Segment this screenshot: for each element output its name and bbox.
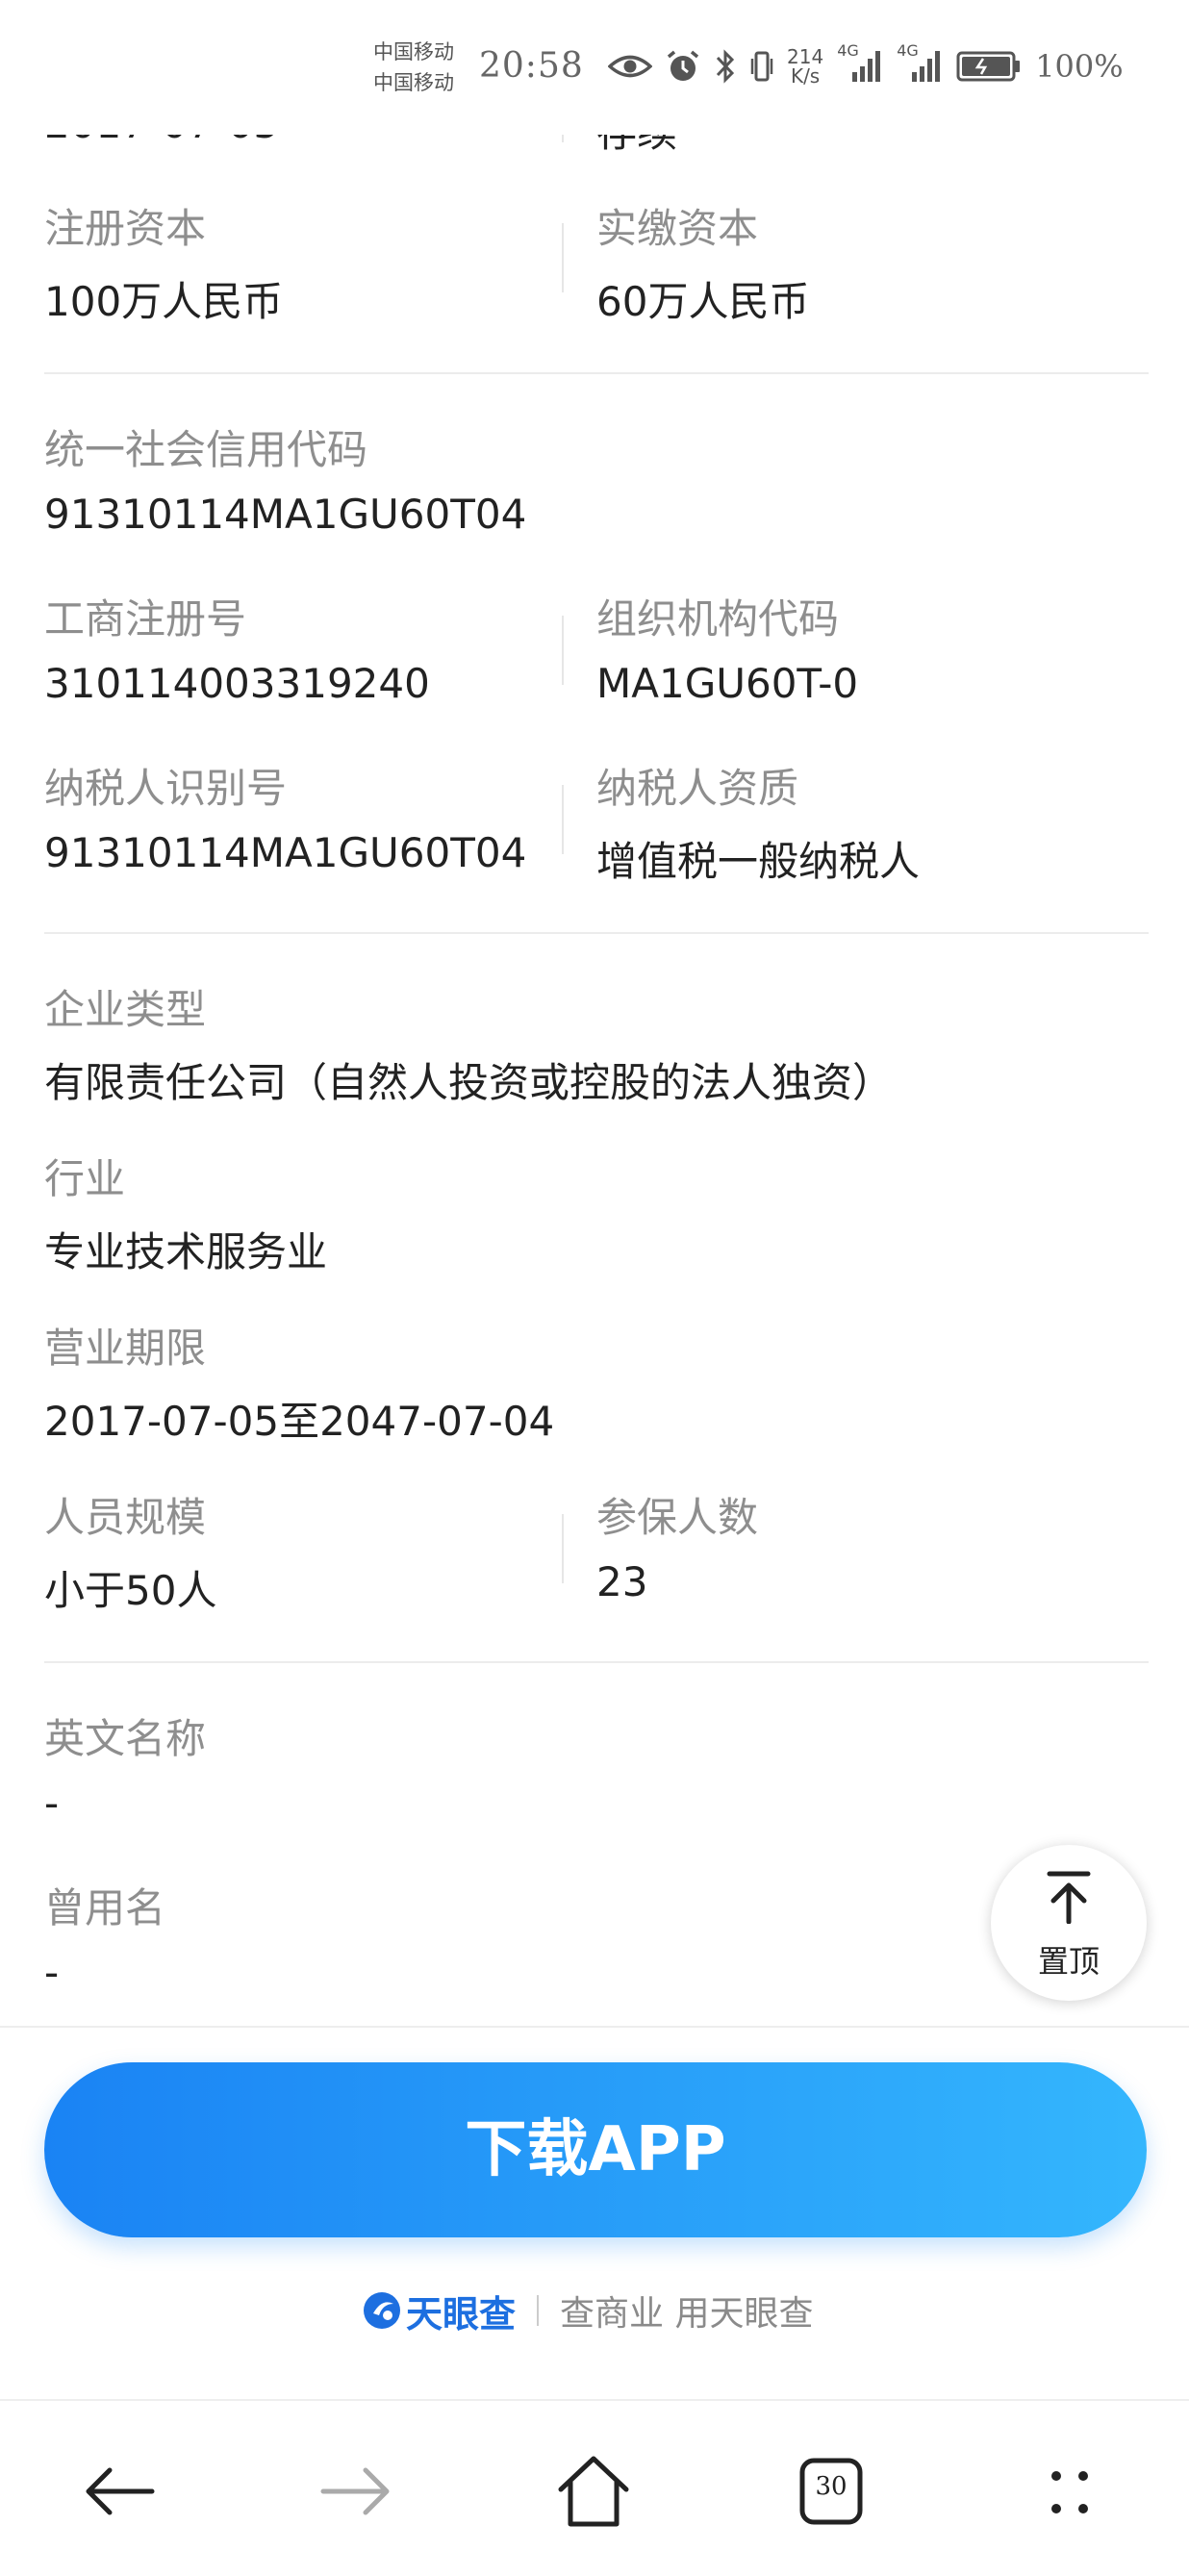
english-name-label: 英文名称 [44, 1715, 207, 1762]
english-name-value: - [44, 1780, 60, 1827]
credit-code-label: 统一社会信用代码 [44, 426, 368, 473]
biz-reg-no-label: 工商注册号 [44, 595, 247, 643]
term-value: 2017-07-05至2047-07-04 [44, 1398, 555, 1445]
net-speed-value: 214 [787, 45, 824, 68]
former-name-label: 曾用名 [44, 1884, 166, 1932]
menu-button[interactable] [1022, 2443, 1118, 2539]
tianyancha-logo-icon [364, 2292, 400, 2329]
status-bar: 中国移动 中国移动 20:58 214 K/s 4G 4G 100% [0, 0, 1189, 135]
industry-value: 专业技术服务业 [44, 1228, 328, 1275]
home-icon [558, 2456, 629, 2527]
status-icons: 214 K/s 4G 4G 100% [608, 41, 1124, 90]
reg-capital-value: 100万人民币 [44, 278, 284, 325]
net-type-1: 4G [837, 41, 859, 60]
insured-label: 参保人数 [596, 1494, 759, 1541]
more-dots-icon [1051, 2471, 1088, 2513]
section-divider [44, 372, 1149, 374]
back-to-top-label: 置顶 [1037, 1943, 1100, 1980]
reg-capital-label: 注册资本 [44, 205, 207, 252]
net-speed: 214 K/s [787, 47, 823, 86]
former-name-value: - [44, 1949, 60, 1996]
tab-count: 30 [815, 2472, 847, 2501]
tabs-button[interactable]: 30 [783, 2443, 879, 2539]
paid-capital-value: 60万人民币 [596, 278, 810, 325]
taxpayer-qual-value: 增值税一般纳税人 [596, 838, 921, 885]
footer-divider [0, 2026, 1189, 2028]
org-code-value: MA1GU60T-0 [596, 660, 859, 707]
vibrate-icon [750, 51, 773, 82]
staff-size-value: 小于50人 [44, 1567, 217, 1614]
carrier-2: 中国移动 [373, 71, 454, 94]
taxpayer-qual-label: 纳税人资质 [596, 765, 799, 812]
signal-2: 4G [897, 41, 943, 88]
battery-percent: 100% [1035, 48, 1124, 85]
section-divider [44, 1661, 1149, 1663]
industry-label: 行业 [44, 1155, 126, 1202]
brand-name: 天眼查 [406, 2292, 517, 2336]
back-button[interactable] [71, 2443, 167, 2539]
back-to-top-button[interactable]: 置顶 [991, 1845, 1147, 2001]
column-divider [562, 785, 564, 854]
battery-icon [956, 51, 1021, 82]
status-time: 20:58 [479, 46, 584, 86]
signal-1: 4G [837, 41, 883, 88]
brand-slogan: 查商业 用天眼查 [560, 2294, 814, 2334]
eye-comfort-icon [608, 55, 652, 78]
taxpayer-id-value: 91310114MA1GU60T04 [44, 829, 527, 876]
carrier-names: 中国移动 中国移动 [373, 37, 454, 98]
section-divider [44, 932, 1149, 934]
taxpayer-id-label: 纳税人识别号 [44, 765, 288, 812]
column-divider [562, 616, 564, 685]
staff-size-label: 人员规模 [44, 1494, 207, 1541]
credit-code-value: 91310114MA1GU60T04 [44, 491, 527, 538]
home-button[interactable] [545, 2443, 642, 2539]
biz-reg-no-value: 310114003319240 [44, 660, 430, 707]
org-code-label: 组织机构代码 [596, 595, 840, 643]
paid-capital-label: 实缴资本 [596, 205, 759, 252]
arrow-left-icon [86, 2467, 155, 2515]
brand-divider [537, 2295, 540, 2326]
bluetooth-icon [716, 49, 735, 84]
company-type-value: 有限责任公司（自然人投资或控股的法人独资） [44, 1059, 894, 1106]
column-divider [562, 1514, 564, 1583]
column-divider [562, 223, 564, 292]
carrier-1: 中国移动 [373, 40, 454, 63]
brand-footer: 天眼查 查商业 用天眼查 [362, 2284, 813, 2337]
net-speed-unit: K/s [790, 64, 821, 88]
company-type-label: 企业类型 [44, 986, 207, 1033]
term-label: 营业期限 [44, 1325, 207, 1372]
arrow-right-icon [320, 2467, 390, 2515]
alarm-icon [667, 50, 699, 81]
arrow-up-to-top-icon [1047, 1871, 1091, 1924]
download-app-button[interactable]: 下载APP [44, 2062, 1147, 2237]
insured-value: 23 [596, 1558, 648, 1605]
forward-button[interactable] [308, 2443, 404, 2539]
browser-nav-bar: 30 [0, 2399, 1189, 2576]
net-type-2: 4G [897, 41, 919, 60]
